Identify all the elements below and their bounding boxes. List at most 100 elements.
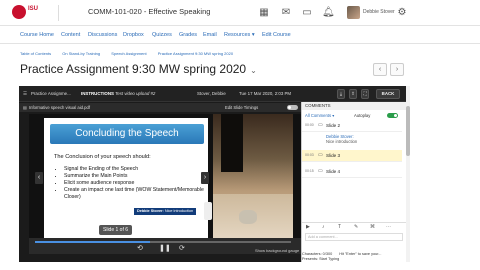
drag-handle[interactable]	[204, 202, 212, 220]
nav-email[interactable]: Email	[203, 32, 217, 38]
fullscreen-icon[interactable]: ⛶	[361, 89, 369, 99]
video-toy	[239, 210, 257, 224]
viewer-toolbar: ☰ Practice Assignme... INSTRUCTIONS Test…	[19, 86, 406, 102]
video-viewer: ☰ Practice Assignme... INSTRUCTIONS Test…	[19, 86, 407, 262]
video-door	[221, 114, 243, 172]
comments-panel: COMMENTS All Comments ▾ Autoplay 00:00 ▭…	[301, 102, 407, 262]
presentation-stage: Concluding the Speech The Conclusion of …	[29, 114, 301, 242]
comment-label: Slide 2	[326, 123, 341, 128]
audio-icon[interactable]: ♪	[322, 224, 325, 230]
previous-button[interactable]: ‹	[373, 63, 387, 76]
back-button[interactable]: BACK	[376, 89, 400, 99]
slide: Concluding the Speech The Conclusion of …	[44, 118, 208, 238]
comment-badge[interactable]: Debbie Stover: Nice introduction	[134, 208, 197, 215]
scrollbar[interactable]	[406, 86, 410, 262]
chevron-down-icon[interactable]: ⌄	[250, 66, 257, 75]
top-header: ISU COMM-101-020 - Effective Speaking ▦ …	[0, 0, 480, 26]
slide-bullet: Elicit some audience response	[64, 180, 208, 187]
forward-icon[interactable]: ⟳	[179, 245, 185, 253]
logo[interactable]: ISU	[12, 5, 52, 19]
next-slide-icon[interactable]: ›	[201, 172, 209, 184]
show-background-label[interactable]: Show background gauge	[255, 248, 299, 253]
slide-bullet: Create an impact one last time (WOW Stat…	[64, 187, 208, 201]
comments-filter[interactable]: All Comments ▾	[305, 112, 334, 119]
nav-discussions[interactable]: Discussions	[88, 32, 117, 38]
nav-resources[interactable]: Resources ▾	[224, 32, 255, 38]
download-icon[interactable]: ⤓	[337, 89, 345, 99]
slide-icon: ▭	[318, 168, 323, 174]
slide-icon: ▭	[318, 122, 323, 128]
share-icon[interactable]: ⇪	[349, 89, 357, 99]
comment-badge-text: Nice introduction	[164, 209, 194, 213]
comment-note[interactable]: Debbie Stover: Nice introduction	[326, 134, 396, 144]
autoplay-label: Autoplay	[354, 113, 371, 118]
slide-number: Slide 1 of 6	[99, 225, 133, 235]
comment-tools: ▶ ♪ T ✎ ⌘ ⋯	[302, 222, 406, 232]
assignment-label[interactable]: Practice Assignme...	[31, 91, 71, 96]
menu-icon[interactable]: ☰	[23, 91, 27, 97]
logo-mark	[12, 5, 26, 19]
comment-text: Nice introduction	[326, 139, 358, 144]
slide-title: Concluding the Speech	[50, 124, 204, 144]
breadcrumb-item[interactable]: Speech Assignment	[111, 51, 146, 56]
avatar[interactable]	[347, 6, 360, 19]
nav-quizzes[interactable]: Quizzes	[152, 32, 172, 38]
gear-icon[interactable]: ⚙	[396, 7, 408, 19]
course-title[interactable]: COMM-101-020 - Effective Speaking	[88, 7, 210, 16]
comment-badge-author: Debbie Stover:	[137, 209, 164, 213]
scrollbar-thumb[interactable]	[406, 106, 410, 156]
slide-bullets: Signal the Ending of the Speech Summariz…	[58, 166, 208, 201]
file-bar: ▤ Informative speech visual aid.pdf Edit…	[19, 103, 301, 112]
text-icon[interactable]: T	[338, 224, 341, 230]
list-item[interactable]: 00:00 ▭ Slide 2	[302, 120, 402, 132]
edit-timings-toggle[interactable]	[287, 105, 298, 110]
logo-text: ISU	[28, 6, 39, 12]
pen-icon[interactable]: ✎	[354, 224, 358, 230]
comment-input[interactable]: Add a comment...	[305, 233, 403, 241]
autoplay-toggle[interactable]	[387, 113, 398, 118]
page-title-text: Practice Assignment 9:30 MW spring 2020	[20, 62, 247, 76]
breadcrumb-item[interactable]: Practice Assignment 9:30 MW spring 2020	[158, 51, 233, 56]
comment-timestamp: 00:00	[305, 123, 314, 127]
rewind-icon[interactable]: ⟲	[137, 245, 143, 253]
prev-slide-icon[interactable]: ‹	[35, 172, 43, 184]
pause-icon[interactable]: ❚❚	[159, 245, 171, 253]
slide-intro: The Conclusion of your speech should:	[54, 154, 151, 160]
instructions-tab[interactable]: INSTRUCTIONS	[81, 91, 114, 96]
attach-icon[interactable]: ⌘	[370, 224, 375, 230]
list-item[interactable]: 00:03 ▭ Slide 3	[302, 150, 402, 162]
grid-icon[interactable]: ▦	[258, 7, 270, 19]
webcam-video[interactable]	[213, 114, 293, 242]
nav-dropbox[interactable]: Dropbox	[123, 32, 144, 38]
character-count: Characters: 0/300	[302, 252, 333, 256]
upload-date: Tue 17 Mar 2020, 2:03 PM	[239, 91, 292, 96]
file-name[interactable]: Informative speech visual aid.pdf	[29, 105, 90, 110]
comment-timestamp: 00:15	[305, 169, 314, 173]
progress-fill	[35, 241, 151, 243]
course-navbar: Course Home Content Discussions Dropbox …	[0, 28, 480, 44]
more-icon[interactable]: ⋯	[386, 224, 391, 230]
mail-icon[interactable]: ✉	[280, 7, 292, 19]
progress-bar[interactable]	[35, 241, 291, 243]
comment-label: Slide 3	[326, 153, 341, 158]
slide-bullet: Signal the Ending of the Speech	[64, 166, 208, 173]
user-name[interactable]: Debbie Stover	[363, 9, 395, 15]
nav-content[interactable]: Content	[61, 32, 80, 38]
breadcrumb-item[interactable]: On Stand-by Training	[62, 51, 100, 56]
bell-icon[interactable]: 🔔︎	[322, 7, 335, 19]
presence-status: Presents: Start Typing	[302, 257, 340, 261]
list-item[interactable]: 00:15 ▭ Slide 4	[302, 166, 402, 178]
file-icon: ▤	[23, 105, 27, 110]
chat-icon[interactable]: ▭	[301, 7, 313, 19]
slide-bullet: Summarize the Main Points	[64, 173, 208, 180]
next-button[interactable]: ›	[390, 63, 404, 76]
breadcrumb-item[interactable]: Table of Contents	[20, 51, 51, 56]
slide-icon: ▭	[318, 152, 323, 158]
nav-edit-course[interactable]: Edit Course	[262, 32, 291, 38]
breadcrumb: Table of Contents On Stand-by Training S…	[20, 51, 400, 59]
typing-hint: Hit "Enter" to save your...	[339, 252, 382, 256]
video-icon[interactable]: ▶	[306, 224, 310, 230]
nav-grades[interactable]: Grades	[179, 32, 197, 38]
comment-timestamp: 00:03	[305, 153, 314, 157]
nav-course-home[interactable]: Course Home	[20, 32, 54, 38]
